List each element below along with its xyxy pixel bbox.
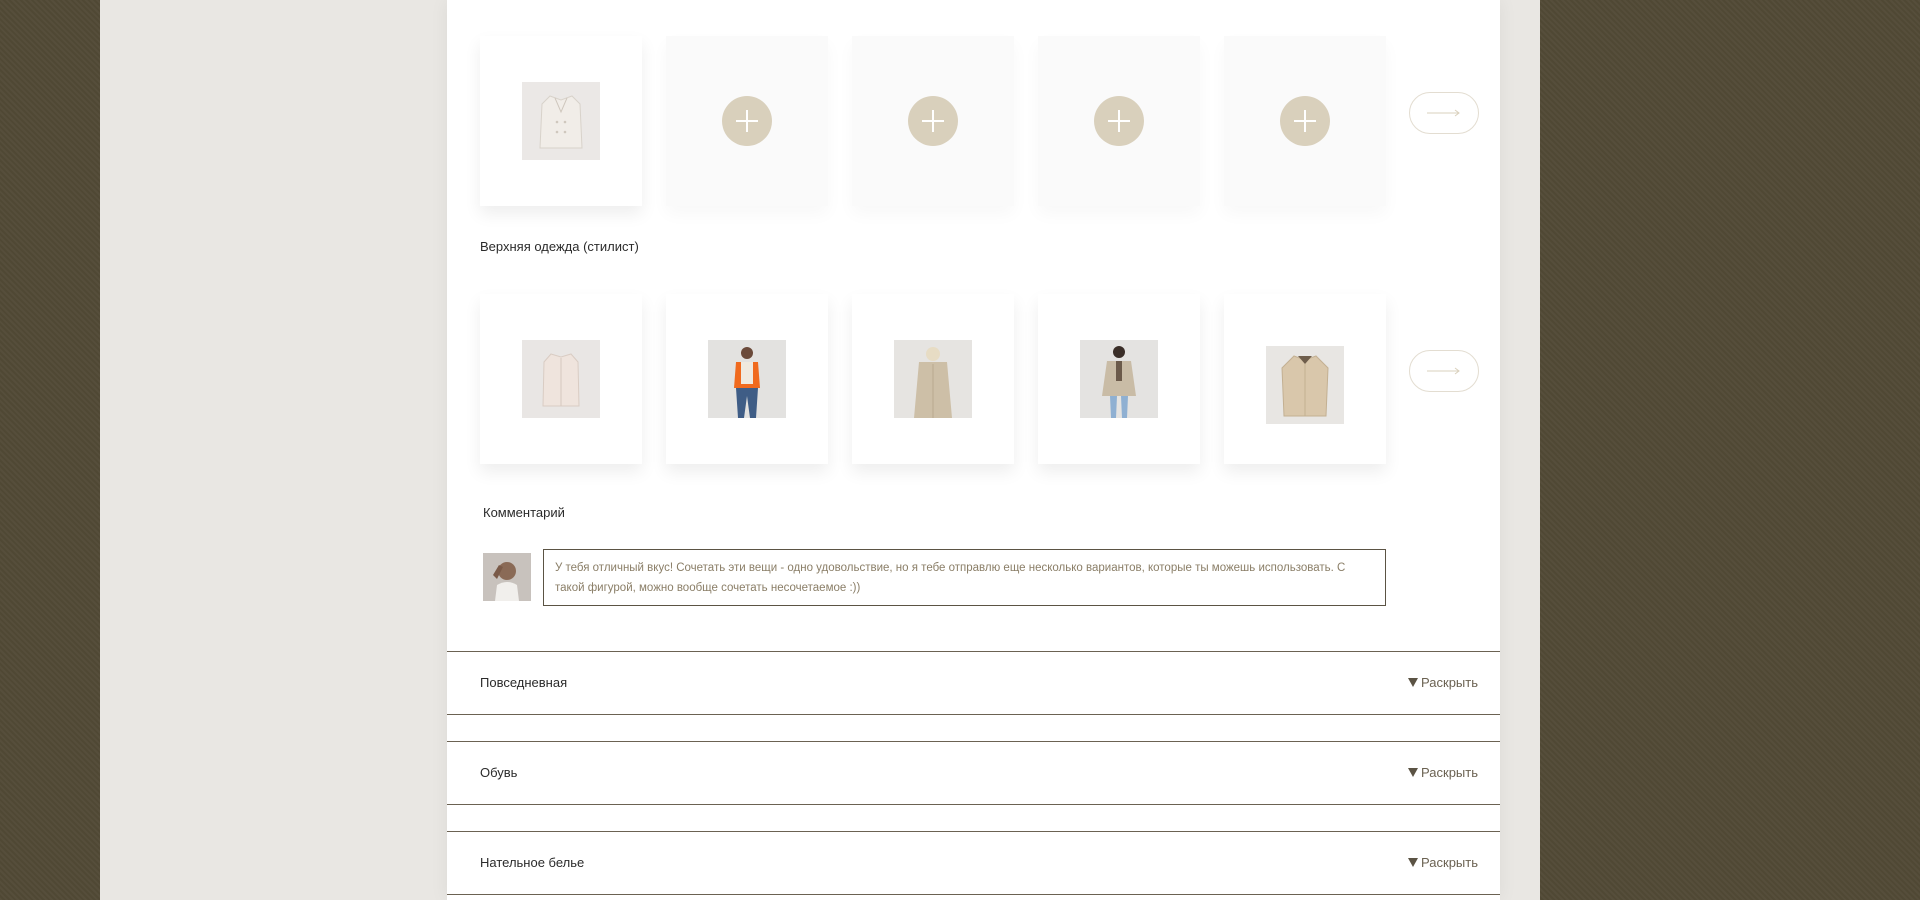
expand-toggle[interactable]: Раскрыть: [1408, 675, 1478, 690]
beige-jacket-thumbnail: [522, 340, 600, 418]
add-item-slot[interactable]: [666, 36, 828, 206]
triangle-down-icon: [1408, 768, 1419, 777]
stylist-avatar: [483, 553, 531, 601]
add-item-slot[interactable]: [852, 36, 1014, 206]
accordion-title: Обувь: [480, 765, 518, 780]
plus-icon[interactable]: [908, 96, 958, 146]
expand-toggle[interactable]: Раскрыть: [1408, 855, 1478, 870]
next-button[interactable]: [1409, 92, 1479, 134]
accordion-underwear[interactable]: Нательное белье Раскрыть: [447, 831, 1500, 895]
section-title-outerwear-stylist: Верхняя одежда (стилист): [480, 239, 639, 254]
section-title-comment: Комментарий: [483, 505, 565, 520]
stylist-comment-text: У тебя отличный вкус! Сочетать эти вещи …: [543, 549, 1386, 606]
plus-icon[interactable]: [1280, 96, 1330, 146]
orange-vest-look-thumbnail: [708, 340, 786, 418]
product-card[interactable]: [1038, 294, 1200, 464]
product-card[interactable]: [480, 294, 642, 464]
triangle-down-icon: [1408, 858, 1419, 867]
product-card[interactable]: [480, 36, 642, 206]
add-item-slot[interactable]: [1224, 36, 1386, 206]
beige-shirt-jacket-thumbnail: [1266, 346, 1344, 424]
triangle-down-icon: [1408, 678, 1419, 687]
page-frame: Верхняя одежда (стилист) Комментарий У т…: [100, 0, 1540, 900]
expand-label: Раскрыть: [1421, 765, 1478, 780]
accordion-title: Нательное белье: [480, 855, 585, 870]
accordion-shoes[interactable]: Обувь Раскрыть: [447, 741, 1500, 805]
accordion-title: Повседневная: [480, 675, 568, 690]
trench-coat-look-thumbnail: [1080, 340, 1158, 418]
wardrobe-panel: Верхняя одежда (стилист) Комментарий У т…: [447, 0, 1500, 900]
arrow-right-icon: [1427, 367, 1460, 375]
expand-label: Раскрыть: [1421, 675, 1478, 690]
next-button[interactable]: [1409, 350, 1479, 392]
plus-icon[interactable]: [1094, 96, 1144, 146]
arrow-right-icon: [1427, 109, 1460, 117]
plus-icon[interactable]: [722, 96, 772, 146]
product-card[interactable]: [852, 294, 1014, 464]
product-card[interactable]: [1224, 294, 1386, 464]
product-card[interactable]: [666, 294, 828, 464]
add-item-slot[interactable]: [1038, 36, 1200, 206]
expand-label: Раскрыть: [1421, 855, 1478, 870]
accordion-casual[interactable]: Повседневная Раскрыть: [447, 651, 1500, 715]
camel-coat-back-thumbnail: [894, 340, 972, 418]
expand-toggle[interactable]: Раскрыть: [1408, 765, 1478, 780]
beige-coat-thumbnail: [522, 82, 600, 160]
